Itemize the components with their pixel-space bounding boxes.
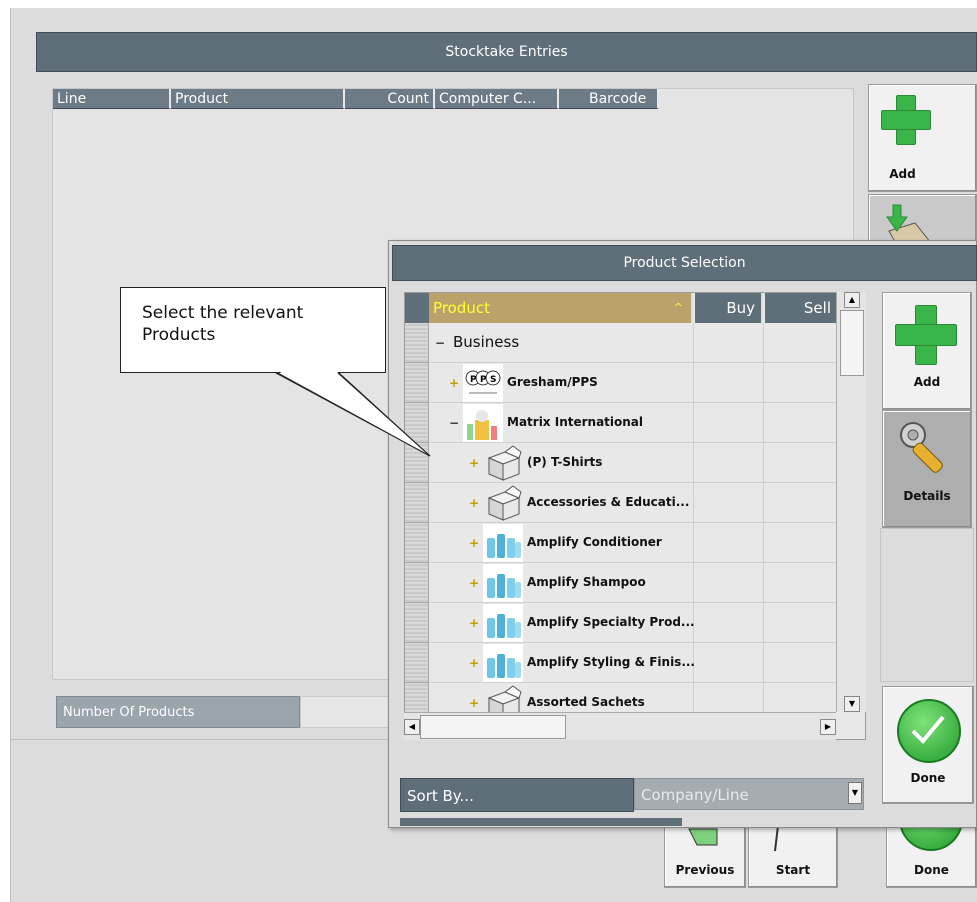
- callout-line-2: Products: [142, 325, 216, 345]
- callout-line-1: Select the relevant: [142, 303, 304, 323]
- callout-text: Select the relevant Products: [142, 302, 362, 346]
- callout-pointer-cover: [275, 371, 431, 457]
